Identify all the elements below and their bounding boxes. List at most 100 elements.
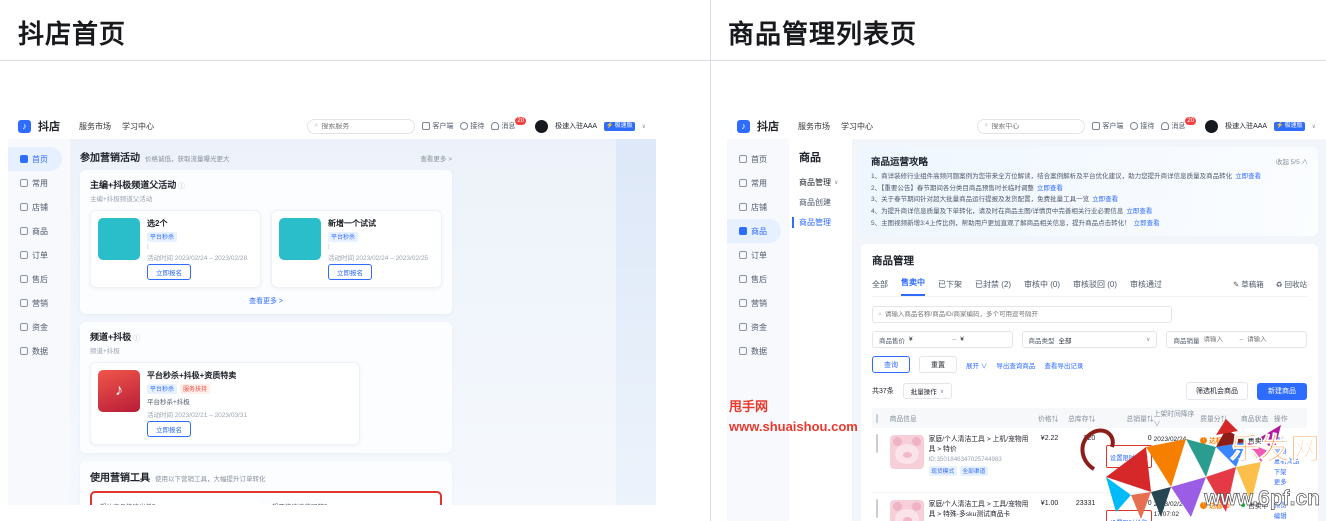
export-history-link[interactable]: 查看导出记录 [1044,360,1083,370]
query-button[interactable]: 查询 [872,356,910,374]
recycle-bin-button[interactable]: ♻ 回收站 [1276,279,1307,290]
guide-item-link[interactable]: 立即查看 [1235,173,1261,180]
header-stock[interactable]: 总库存⇅ [1062,413,1099,423]
tab-banned[interactable]: 已封禁 (2) [975,279,1011,296]
guide-item-link[interactable]: 立即查看 [1092,196,1118,203]
sidebar-item-marketing[interactable]: 营销 [8,291,70,315]
tab-in-review[interactable]: 审核中 (0) [1024,279,1060,296]
sidebar-item-common[interactable]: 常用 [727,171,789,195]
nav-search[interactable]: ⌕ [977,118,1086,134]
sidebar-item-home[interactable]: 首页 [727,147,789,171]
guide-collapse-control[interactable]: 收起 5/5 ∧ [1276,156,1308,166]
header-listed-time[interactable]: 上架时间降序 ∨ [1154,408,1201,428]
op-preview-link[interactable]: 预览 [1274,500,1303,509]
nav-search-input[interactable] [991,122,1079,130]
signup-button[interactable]: 立即报名 [147,264,191,280]
drafts-button[interactable]: ✎ 草稿箱 [1233,279,1264,290]
op-copy-link[interactable]: 复制商品 [1274,456,1303,465]
batch-actions-select[interactable]: 批量操作 ∨ [902,383,953,400]
select-all-checkbox[interactable] [876,413,878,423]
signup-button[interactable]: 立即报名 [328,264,372,280]
product-title[interactable]: 家庭/个人清洁工具 > 工具/宠物用具 > 特殊-多sku测试商品卡 [929,500,1032,518]
sales-max-input[interactable] [1247,336,1280,344]
chevron-down-icon[interactable]: ∨ [1312,123,1316,130]
nav-reception-button[interactable]: 接待 [460,121,484,131]
product-title[interactable]: 家庭/个人清洁工具 > 上机/宠物用具 > 特价 [929,435,1032,453]
header-price[interactable]: 价格⇅ [1031,413,1062,423]
sidebar-item-data[interactable]: 数据 [727,339,789,363]
nav-client-button[interactable]: 客户端 [1092,121,1123,131]
sidebar-item-common[interactable]: 常用 [8,171,70,195]
expand-filters-link[interactable]: 展开 ∨ [966,360,987,370]
submenu-group-product-management[interactable]: 商品管理 ∨ [799,177,852,188]
price-min-input[interactable] [916,336,949,344]
nav-service-market[interactable]: 服务市场 [798,121,830,132]
sidebar-item-shop[interactable]: 店铺 [727,195,789,219]
price-max-input[interactable] [967,336,1000,344]
product-search-input[interactable] [884,311,1166,319]
nav-service-market[interactable]: 服务市场 [79,121,111,132]
tab-on-sale[interactable]: 售卖中 [901,277,925,297]
export-query-link[interactable]: 导出查询商品 [996,360,1035,370]
campaign-card[interactable]: 新增一个试试 平台秒杀 | 活动时间 2023/02/24 – 2023/02/… [271,210,442,288]
guide-item-link[interactable]: 立即查看 [1134,220,1160,227]
sales-min-input[interactable] [1203,336,1236,344]
campaign-divider-text: | [328,243,330,250]
nav-message-button[interactable]: 消息 20 [491,117,528,131]
op-preview-link[interactable]: 预览 [1274,435,1303,444]
group1-title: 主编+抖极频道父活动 [90,180,177,190]
guide-item-link[interactable]: 立即查看 [1126,208,1152,215]
guide-item-link[interactable]: 立即查看 [1037,185,1063,192]
reset-button[interactable]: 重置 [919,356,957,374]
sales-filter[interactable]: 商品销量 – [1166,331,1307,349]
type-filter-select[interactable]: 商品类型 全部 ∨ [1021,331,1158,349]
tab-approved[interactable]: 审核通过 [1130,279,1162,296]
sidebar-item-funds[interactable]: 资金 [8,315,70,339]
submenu-item-product-manage[interactable]: 商品管理 [792,217,852,228]
avatar[interactable] [1205,119,1219,133]
campaign-card[interactable]: 选2个 平台秒杀 | 活动时间 2023/02/24 – 2023/02/28 … [90,210,261,288]
signup-button[interactable]: 立即报名 [147,421,191,437]
tab-off-shelf[interactable]: 已下架 [938,279,962,296]
nav-search[interactable]: ⌕ [307,118,416,134]
new-product-button[interactable]: 新建商品 [1257,382,1307,400]
op-edit-link[interactable]: 编辑 [1274,511,1303,520]
campaign-see-more-link[interactable]: 查看更多 > [420,153,452,163]
sidebar-item-orders[interactable]: 订单 [8,243,70,267]
avatar[interactable] [535,119,549,133]
sidebar-item-data[interactable]: 数据 [8,339,70,363]
tab-rejected[interactable]: 审核驳回 (0) [1073,279,1117,296]
nav-message-button[interactable]: 消息 20 [1161,117,1198,131]
header-quality-score[interactable]: 质量分⇅ [1200,413,1241,423]
sidebar-item-shop[interactable]: 店铺 [8,195,70,219]
nav-learning-center[interactable]: 学习中心 [122,121,154,132]
sidebar-item-aftersales[interactable]: 售后 [727,267,789,291]
nav-client-button[interactable]: 客户端 [422,121,453,131]
sidebar-item-home[interactable]: 首页 [8,147,62,171]
nav-search-input[interactable] [321,122,409,130]
sidebar-item-goods[interactable]: 商品 [727,219,781,243]
sidebar-label: 营销 [32,298,48,308]
product-search[interactable]: ⌕ [872,306,1172,324]
sidebar-item-funds[interactable]: 资金 [727,315,789,339]
more-campaigns-link[interactable]: 查看更多 > [90,296,442,306]
op-offshelf-link[interactable]: 下架 [1274,467,1303,476]
nav-learning-center[interactable]: 学习中心 [841,121,873,132]
sidebar-item-goods[interactable]: 商品 [8,219,70,243]
chevron-down-icon[interactable]: ∨ [642,123,646,130]
filter-opportunity-button[interactable]: 筛选机会商品 [1186,382,1248,401]
header-sales[interactable]: 总销量⇅ [1099,413,1153,423]
sidebar-item-aftersales[interactable]: 售后 [8,267,70,291]
set-flash-sale-link[interactable]: 设置限时抢购 [1110,455,1148,462]
tab-all[interactable]: 全部 [872,279,888,296]
campaign-card[interactable]: ♪ 平台秒杀+抖极+资质特卖 平台秒杀 服务扶持 平台秒杀+抖极 活动时间 20… [90,362,360,445]
op-more-link[interactable]: 更多 [1274,477,1303,486]
sidebar-item-orders[interactable]: 订单 [727,243,789,267]
sidebar-item-marketing[interactable]: 营销 [727,291,789,315]
price-filter[interactable]: 商品售价 ¥ – ¥ [872,331,1013,349]
row-checkbox[interactable] [876,434,878,454]
op-edit-link[interactable]: 编辑 [1274,446,1303,455]
nav-reception-button[interactable]: 接待 [1130,121,1154,131]
submenu-item-product-create[interactable]: 商品创建 [799,197,852,208]
row-checkbox[interactable] [876,499,878,519]
